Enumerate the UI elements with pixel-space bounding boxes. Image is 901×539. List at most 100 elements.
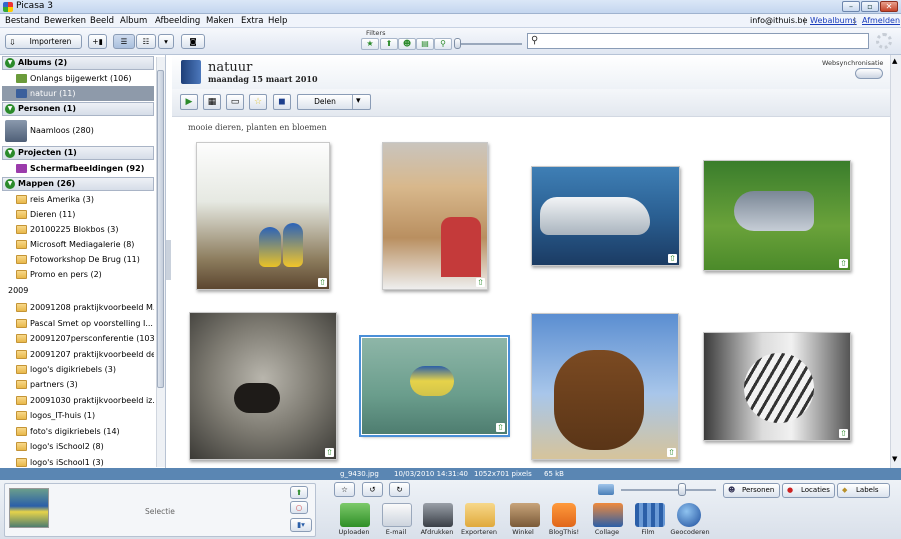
scroll-down-icon[interactable]: ▼	[892, 455, 897, 463]
filter-geotagged-button[interactable]: ⚲	[434, 38, 452, 50]
sidebar-folder[interactable]: Dieren (11)	[2, 207, 154, 222]
album-title[interactable]: natuur	[208, 60, 252, 75]
websync-toggle[interactable]	[855, 68, 883, 79]
geocode-label[interactable]: Geocoderen	[667, 528, 713, 536]
slideshow-play-button[interactable]: ▶	[180, 94, 198, 110]
albums-section-header[interactable]: ▼ Albums (2)	[2, 56, 154, 70]
filter-faces-button[interactable]: ☻	[398, 38, 416, 50]
blogger-icon[interactable]	[552, 503, 576, 527]
view-dropdown-button[interactable]: ▾	[158, 34, 174, 49]
folders-section-header[interactable]: ▼ Mappen (26)	[2, 177, 154, 191]
print-icon[interactable]	[423, 503, 453, 527]
sidebar-folder[interactable]: partners (3)	[2, 377, 154, 392]
sidebar-folder[interactable]: foto's digikriebels (14)	[2, 424, 154, 439]
blogthis-label[interactable]: BlogThis!	[541, 528, 587, 536]
upload-icon[interactable]	[340, 503, 370, 527]
hold-button[interactable]: ⬆	[290, 486, 308, 499]
list-view-button[interactable]: ☷	[136, 34, 156, 49]
sidebar-folder[interactable]: logos_IT-huis (1)	[2, 408, 154, 423]
shop-label[interactable]: Winkel	[500, 528, 546, 536]
search-box[interactable]: ⚲	[527, 33, 869, 49]
menu-bestand[interactable]: Bestand	[5, 16, 40, 26]
labels-button[interactable]: ◆ Labels	[837, 483, 890, 498]
sidebar-folder[interactable]: 20091208 praktijkvoorbeeld M...	[2, 300, 154, 315]
slideshow-button[interactable]: ◙	[181, 34, 205, 49]
collage-button[interactable]: ▦	[203, 94, 221, 110]
export-folder-icon[interactable]	[465, 503, 495, 527]
photo-camel[interactable]: ⇧	[382, 142, 488, 290]
projects-section-header[interactable]: ▼ Projecten (1)	[2, 146, 154, 160]
sidebar-item-unnamed[interactable]: Naamloos (280)	[2, 119, 154, 143]
photo-pigeon[interactable]: ⇧	[703, 160, 851, 271]
film-label[interactable]: Film	[625, 528, 671, 536]
photo-cow[interactable]: ⇧	[531, 313, 679, 460]
filter-time-slider-track[interactable]	[456, 43, 522, 45]
film-icon[interactable]	[635, 503, 665, 527]
photo-beluga[interactable]: ⇧	[531, 166, 680, 266]
edit-description-button[interactable]: ▭	[226, 94, 244, 110]
sidebar-folder[interactable]: 20091030 praktijkvoorbeeld iz...	[2, 393, 154, 408]
menu-bewerken[interactable]: Bewerken	[44, 16, 86, 26]
export-label[interactable]: Exporteren	[456, 528, 502, 536]
sidebar-folder[interactable]: Microsoft Mediagalerie (8)	[2, 237, 154, 252]
webalbums-link[interactable]: Webalbums	[810, 16, 857, 25]
rotate-left-button[interactable]: ↺	[362, 482, 383, 497]
grid-scrollbar[interactable]: ▲ ▼	[890, 55, 901, 468]
email-label[interactable]: E-mail	[373, 528, 419, 536]
menu-beeld[interactable]: Beeld	[90, 16, 114, 26]
photo-seal[interactable]: ⇧	[189, 312, 337, 460]
photo-bluetit[interactable]: ⇧	[359, 335, 510, 437]
filter-starred-button[interactable]: ★	[361, 38, 379, 50]
rotate-right-button[interactable]: ↻	[389, 482, 410, 497]
sidebar-folder[interactable]: 20100225 Blokbos (3)	[2, 222, 154, 237]
filter-movies-button[interactable]: ▤	[416, 38, 434, 50]
filter-time-slider-thumb[interactable]	[454, 38, 461, 49]
email-icon[interactable]	[382, 503, 412, 527]
menu-extra[interactable]: Extra	[241, 16, 263, 26]
geocode-globe-icon[interactable]	[677, 503, 701, 527]
thumbnail-view-button[interactable]: ☰	[113, 34, 135, 49]
upload-label[interactable]: Uploaden	[331, 528, 377, 536]
selected-thumbnail[interactable]	[9, 488, 49, 528]
save-button[interactable]: ◼	[273, 94, 291, 110]
menu-help[interactable]: Help	[268, 16, 287, 26]
collage-label[interactable]: Collage	[584, 528, 630, 536]
scroll-up-icon[interactable]: ▲	[892, 57, 897, 65]
signout-link[interactable]: Afmelden	[862, 16, 900, 25]
sidebar-folder[interactable]: logo's digikriebels (3)	[2, 362, 154, 377]
photo-macaws[interactable]: ⇧	[196, 142, 330, 290]
zoom-slider-thumb[interactable]	[678, 483, 686, 496]
sidebar-folder[interactable]: logo's iSchool2 (8)	[2, 439, 154, 454]
shop-icon[interactable]	[510, 503, 540, 527]
sidebar-item-recent[interactable]: Onlangs bijgewerkt (106)	[2, 71, 154, 86]
zoom-slider-track[interactable]	[621, 489, 716, 491]
menu-maken[interactable]: Maken	[206, 16, 234, 26]
sidebar-folder[interactable]: 20091207 praktijkvoorbeeld de...	[2, 347, 154, 362]
menu-afbeelding[interactable]: Afbeelding	[155, 16, 200, 26]
search-input[interactable]	[544, 35, 864, 47]
import-button[interactable]: ⇩ Importeren	[5, 34, 82, 49]
people-section-header[interactable]: ▼ Personen (1)	[2, 102, 154, 116]
share-button[interactable]: Delen ▾	[297, 94, 371, 110]
sidebar-folder[interactable]: 20091207persconferentie (103)	[2, 331, 154, 346]
photo-white-tiger[interactable]: ⇧	[703, 332, 851, 441]
album-caption[interactable]: mooie dieren, planten en bloemen	[188, 123, 327, 132]
star-photo-button[interactable]: ☆	[334, 482, 355, 497]
menu-album[interactable]: Album	[120, 16, 147, 26]
close-button[interactable]: ✕	[880, 1, 898, 12]
minimize-button[interactable]: –	[842, 1, 860, 12]
sidebar-resize-handle[interactable]	[166, 240, 171, 280]
sidebar-folder[interactable]: Fotoworkshop De Brug (11)	[2, 252, 154, 267]
sidebar-folder[interactable]: Pascal Smet op voorstelling I...	[2, 316, 154, 331]
sidebar-folder[interactable]: logo's iSchool1 (3)	[2, 455, 154, 468]
print-label[interactable]: Afdrukken	[414, 528, 460, 536]
locations-button[interactable]: ● Locaties	[782, 483, 835, 498]
sidebar-folder[interactable]: Promo en pers (2)	[2, 267, 154, 282]
people-button[interactable]: ☻ Personen	[723, 483, 780, 498]
add-to-album-tray-button[interactable]: ▮▾	[290, 518, 312, 532]
sidebar-item-screenshots[interactable]: Schermafbeeldingen (92)	[2, 161, 154, 176]
star-button[interactable]: ☆	[249, 94, 267, 110]
sidebar-item-natuur[interactable]: natuur (11)	[2, 86, 154, 101]
clear-selection-button[interactable]: ○	[290, 501, 308, 514]
sidebar-scrollbar-thumb[interactable]	[157, 70, 164, 388]
